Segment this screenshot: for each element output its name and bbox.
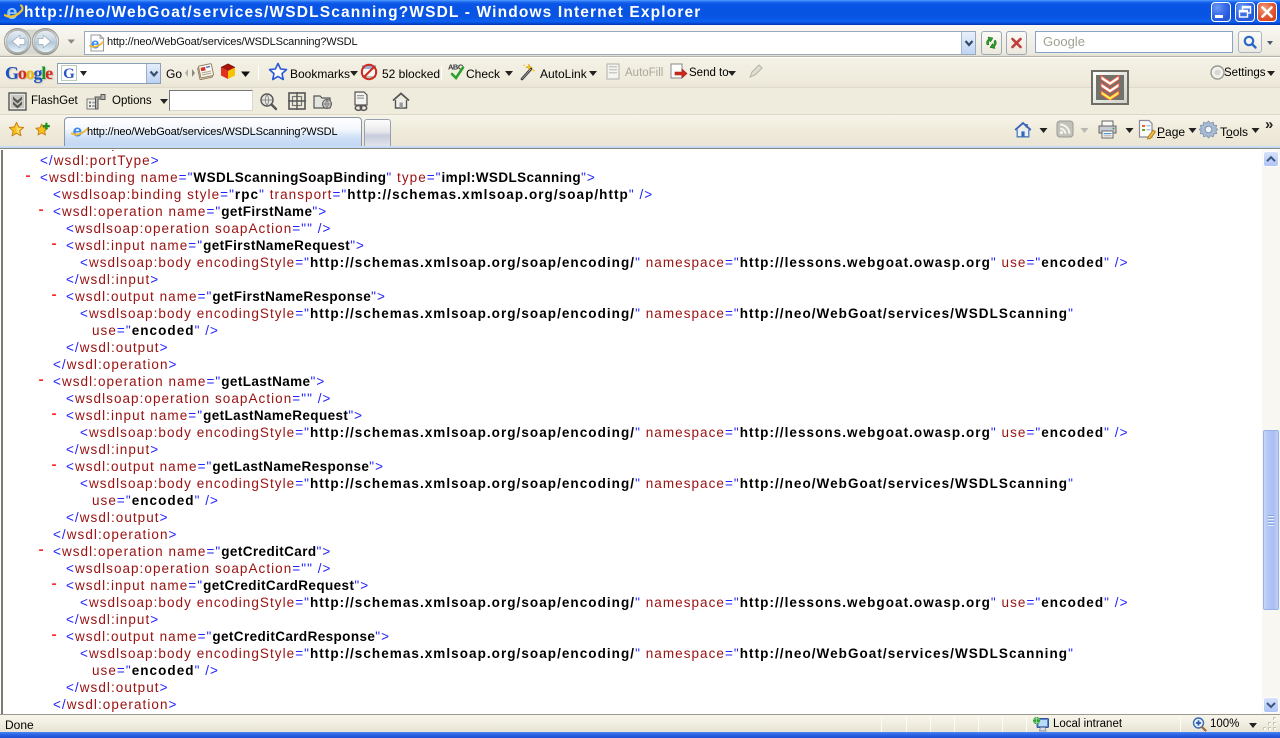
svg-text:e: e [6, 2, 17, 23]
svg-text:e: e [91, 36, 99, 52]
svg-text:e: e [73, 122, 82, 139]
